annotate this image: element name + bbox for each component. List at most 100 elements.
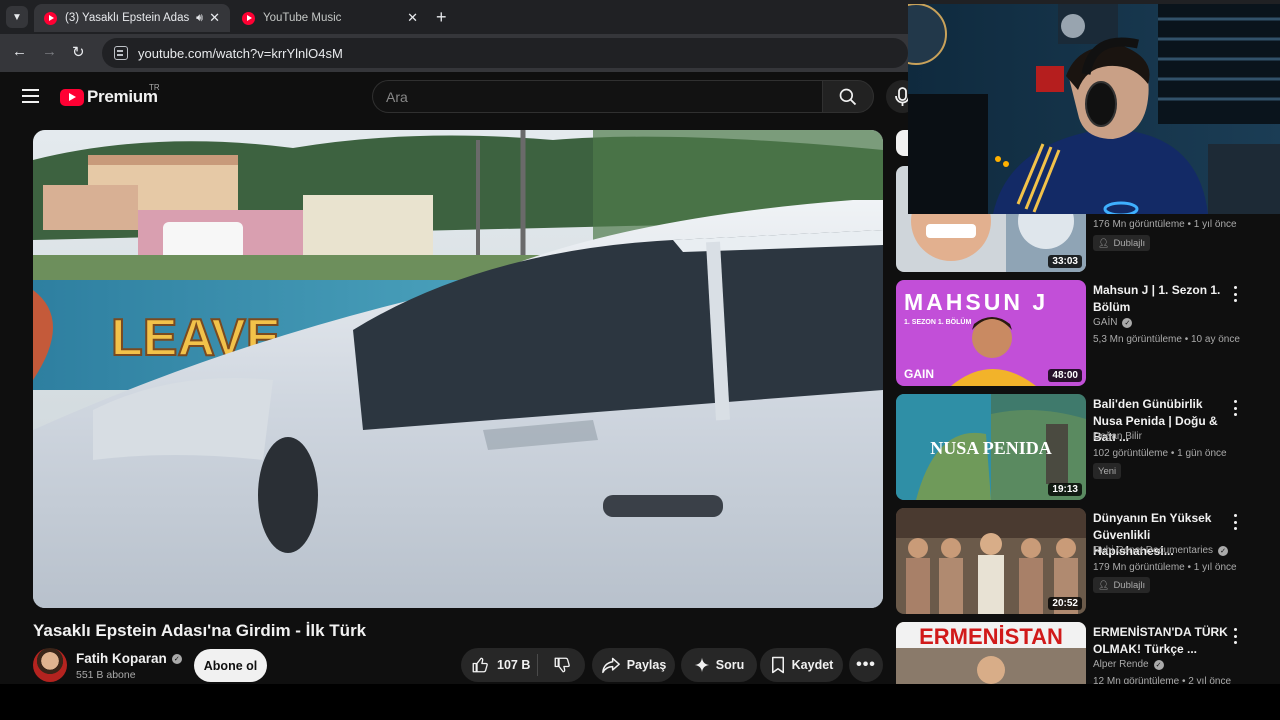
- share-button[interactable]: Paylaş: [592, 648, 675, 682]
- video-thumbnail[interactable]: ERMENİSTAN: [896, 622, 1086, 684]
- address-bar[interactable]: youtube.com/watch?v=krrYlnlO4sM: [102, 38, 908, 68]
- view-meta: 179 Mn görüntüleme • 1 yıl önce: [1093, 562, 1237, 573]
- thumbs-up-icon: [472, 657, 488, 673]
- bottom-letterbox: [0, 684, 1280, 720]
- speaker-icon[interactable]: 🔊︎: [196, 12, 203, 25]
- channel-name[interactable]: Alper Rende ✓: [1093, 659, 1164, 670]
- more-actions-button[interactable]: •••: [849, 648, 883, 682]
- view-meta: 12 Mn görüntüleme • 2 yıl önce: [1093, 676, 1232, 684]
- more-vert-icon[interactable]: [1230, 286, 1240, 302]
- dubbed-badge: 👤︎ Dublajlı: [1093, 577, 1151, 593]
- thumbnail-image: ERMENİSTAN: [896, 622, 1086, 684]
- ask-button[interactable]: Soru: [681, 648, 757, 682]
- dubbed-badge: 👤︎ Dublajlı: [1093, 235, 1151, 251]
- youtube-premium-logo[interactable]: Premium TR: [60, 83, 160, 107]
- search-box: [372, 80, 822, 113]
- channel-name[interactable]: Ruhi Cenet Documentaries ✓: [1093, 545, 1229, 556]
- close-tab-icon[interactable]: ✕: [407, 10, 418, 26]
- recommendation-item[interactable]: MAHSUN J 1. SEZON 1. BÖLÜM GAIN 48:00 Ma…: [896, 280, 1266, 386]
- duration-badge: 19:13: [1048, 483, 1082, 496]
- close-tab-icon[interactable]: ✕: [209, 10, 220, 26]
- view-meta: 102 görüntüleme • 1 gün önce: [1093, 448, 1227, 459]
- channel-name-text: Doğan Bilir: [1093, 431, 1142, 442]
- logo-text: Premium: [87, 87, 158, 106]
- verified-icon: ✓: [1218, 545, 1229, 556]
- like-count: 107 B: [497, 658, 531, 672]
- ask-label: Soru: [715, 658, 745, 672]
- duration-badge: 20:52: [1048, 597, 1082, 610]
- more-horizontal-icon: •••: [856, 656, 876, 673]
- video-player[interactable]: LEAVE: [33, 130, 883, 608]
- recommendation-item[interactable]: ERMENİSTAN ERMENİSTAN'DA TÜRK OLMAK! Tür…: [896, 622, 1266, 684]
- more-vert-icon[interactable]: [1230, 628, 1240, 644]
- more-vert-icon[interactable]: [1230, 514, 1240, 530]
- sparkle-icon: [694, 657, 710, 673]
- like-button[interactable]: 107 B: [461, 654, 538, 676]
- site-info-icon[interactable]: [114, 46, 128, 60]
- back-icon[interactable]: ←: [12, 43, 27, 60]
- like-dislike-group: 107 B: [461, 648, 585, 682]
- country-code: TR: [149, 83, 160, 92]
- badge-label: Dublajlı: [1113, 579, 1146, 591]
- youtube-music-favicon-icon: [242, 11, 255, 25]
- channel-name[interactable]: Doğan Bilir: [1093, 431, 1142, 442]
- person-icon: 👤︎: [1098, 579, 1110, 590]
- video-thumbnail[interactable]: 20:52: [896, 508, 1086, 614]
- duration-badge: 48:00: [1048, 369, 1082, 382]
- filter-chip[interactable]: [896, 130, 908, 156]
- view-meta: 5,3 Mn görüntüleme • 10 ay önce: [1093, 334, 1240, 345]
- tab-youtube-music[interactable]: YouTube Music ✕: [232, 4, 428, 32]
- new-tab-icon[interactable]: +: [436, 7, 447, 28]
- search-icon: [839, 88, 857, 105]
- recommendation-title[interactable]: Mahsun J | 1. Sezon 1. Bölüm: [1093, 282, 1228, 315]
- recommendation-title[interactable]: ERMENİSTAN'DA TÜRK OLMAK! Türkçe ...: [1093, 624, 1228, 657]
- verified-icon: ✓: [1153, 659, 1164, 670]
- person-icon: 👤︎: [1098, 237, 1110, 248]
- verified-icon: ✓: [171, 653, 182, 664]
- channel-avatar[interactable]: [33, 648, 67, 682]
- view-meta: 176 Mn görüntüleme • 1 yıl önce: [1093, 219, 1237, 230]
- badge-label: Dublajlı: [1113, 237, 1146, 249]
- youtube-favicon-icon: [44, 11, 57, 25]
- menu-icon[interactable]: [22, 89, 39, 103]
- duration-badge: 33:03: [1048, 255, 1082, 268]
- tab-search-button[interactable]: ▼: [6, 6, 28, 28]
- more-vert-icon[interactable]: [1230, 400, 1240, 416]
- reload-icon[interactable]: ↻: [72, 43, 85, 61]
- dislike-button[interactable]: [538, 656, 585, 674]
- channel-name[interactable]: GAİN ✓: [1093, 317, 1133, 328]
- forward-icon[interactable]: →: [42, 43, 57, 60]
- video-frame: LEAVE: [33, 130, 883, 608]
- video-thumbnail[interactable]: NUSA PENIDA 19:13: [896, 394, 1086, 500]
- search-input[interactable]: [386, 88, 786, 105]
- subscribe-button[interactable]: Abone ol: [194, 649, 267, 682]
- share-label: Paylaş: [626, 658, 667, 672]
- thumb-title: NUSA PENIDA: [930, 438, 1052, 458]
- thumb-subtitle: 1. SEZON 1. BÖLÜM: [904, 317, 971, 326]
- channel-name[interactable]: Fatih Koparan ✓: [76, 651, 182, 666]
- save-label: Kaydet: [791, 658, 834, 672]
- thumb-brand: GAIN: [904, 367, 934, 381]
- video-owner-row: Fatih Koparan ✓ 551 B abone Abone ol 107…: [33, 648, 883, 684]
- search-button[interactable]: [822, 80, 874, 113]
- recommendation-item[interactable]: NUSA PENIDA 19:13 Bali'den Günübirlik Nu…: [896, 394, 1266, 500]
- thumbs-down-icon: [554, 657, 570, 673]
- channel-name-text: Fatih Koparan: [76, 651, 167, 666]
- channel-name-text: GAİN: [1093, 317, 1118, 328]
- subscriber-count: 551 B abone: [76, 669, 136, 681]
- recommendation-item[interactable]: 20:52 Dünyanın En Yüksek Güvenlikli Hapi…: [896, 508, 1266, 614]
- tab-youtube-video[interactable]: (3) Yasaklı Epstein Adası'na 🔊︎ ✕: [34, 4, 230, 32]
- save-button[interactable]: Kaydet: [760, 648, 843, 682]
- tab-title: YouTube Music: [263, 12, 342, 24]
- channel-name-text: Alper Rende: [1093, 659, 1149, 670]
- thumb-title: MAHSUN J: [904, 289, 1048, 315]
- verified-icon: ✓: [1122, 317, 1133, 328]
- video-thumbnail[interactable]: MAHSUN J 1. SEZON 1. BÖLÜM GAIN 48:00: [896, 280, 1086, 386]
- video-title: Yasaklı Epstein Adası'na Girdim - İlk Tü…: [33, 621, 367, 640]
- share-icon: [601, 657, 620, 674]
- webcam-image: [908, 4, 1280, 214]
- bookmark-icon: [771, 656, 784, 674]
- channel-name-text: Ruhi Cenet Documentaries: [1093, 545, 1214, 556]
- youtube-logo-icon: [60, 88, 84, 106]
- url-text: youtube.com/watch?v=krrYlnlO4sM: [138, 45, 343, 61]
